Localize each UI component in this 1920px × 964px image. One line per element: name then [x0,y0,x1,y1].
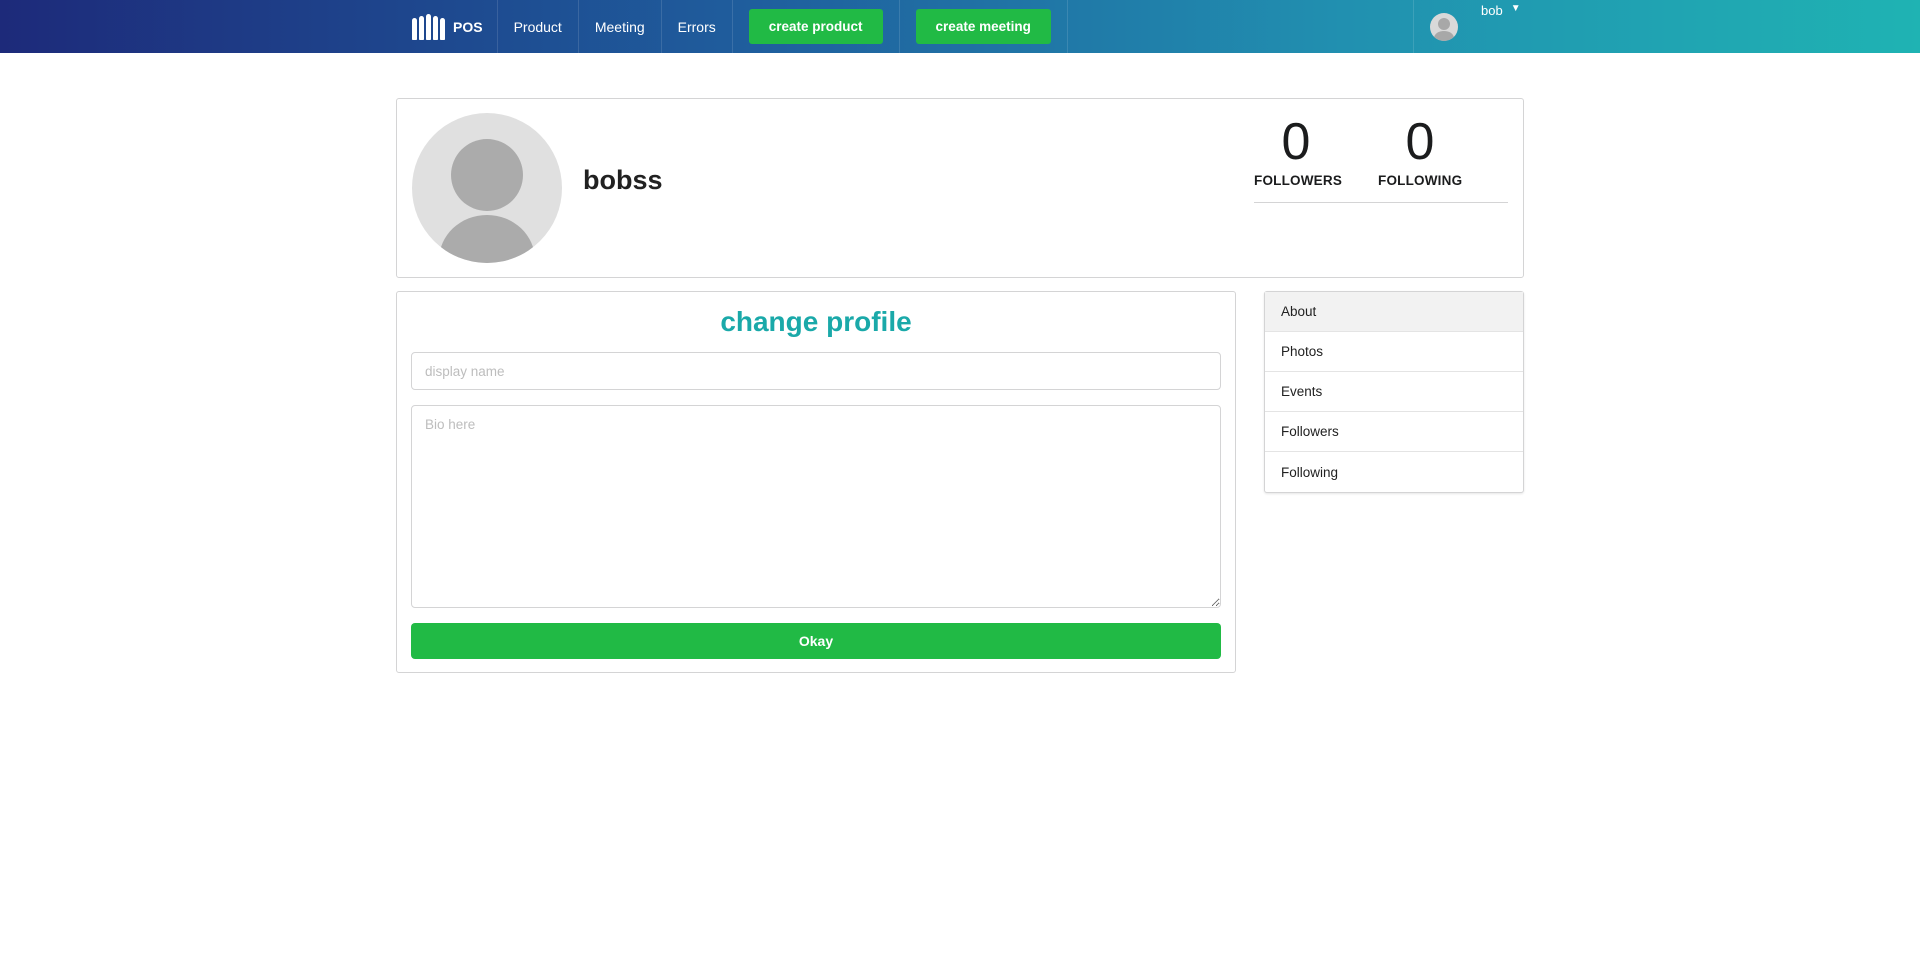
nav-items: POS Product Meeting Errors create produc… [400,0,1068,53]
user-avatar-icon [412,113,562,263]
nav-link-errors[interactable]: Errors [662,0,733,53]
profile-side-menu: About Photos Events Followers Following [1264,291,1524,493]
following-label: FOLLOWING [1378,173,1463,188]
bio-textarea[interactable] [411,405,1221,608]
menu-item-about[interactable]: About [1265,292,1523,332]
menu-item-events[interactable]: Events [1265,372,1523,412]
form-title: change profile [720,306,912,337]
menu-item-photos[interactable]: Photos [1265,332,1523,372]
menu-item-followers[interactable]: Followers [1265,412,1523,452]
create-product-button[interactable]: create product [748,9,883,44]
user-avatar-icon [1430,13,1458,41]
people-group-icon [412,13,445,40]
nav-link-meeting[interactable]: Meeting [579,0,662,53]
followers-label: FOLLOWERS [1254,173,1343,188]
following-count: 0 [1405,113,1435,171]
profile-header-card: bobss 0 FOLLOWERS 0 FOLLOWING [396,98,1524,278]
profile-stats: 0 FOLLOWERS 0 FOLLOWING [1254,111,1508,203]
following-stat: 0 FOLLOWING [1378,111,1462,188]
okay-button[interactable]: Okay [411,623,1221,659]
brand-link[interactable]: POS [400,0,498,53]
profile-name: bobss [583,165,663,195]
caret-down-icon: ▼ [1510,3,1521,14]
create-meeting-button[interactable]: create meeting [915,9,1051,44]
display-name-input[interactable] [411,352,1221,390]
change-profile-form: change profile Okay [396,291,1236,673]
nav-link-product[interactable]: Product [498,0,579,53]
menu-item-following[interactable]: Following [1265,452,1523,492]
brand-name: POS [453,18,483,35]
followers-count: 0 [1281,113,1311,171]
user-name: bob [1481,3,1503,18]
followers-stat: 0 FOLLOWERS [1254,111,1343,188]
top-navbar: POS Product Meeting Errors create produc… [0,0,1920,53]
user-menu[interactable]: bob ▼ [1413,0,1521,53]
create-product-wrap: create product [733,0,900,53]
create-meeting-wrap: create meeting [900,0,1068,53]
